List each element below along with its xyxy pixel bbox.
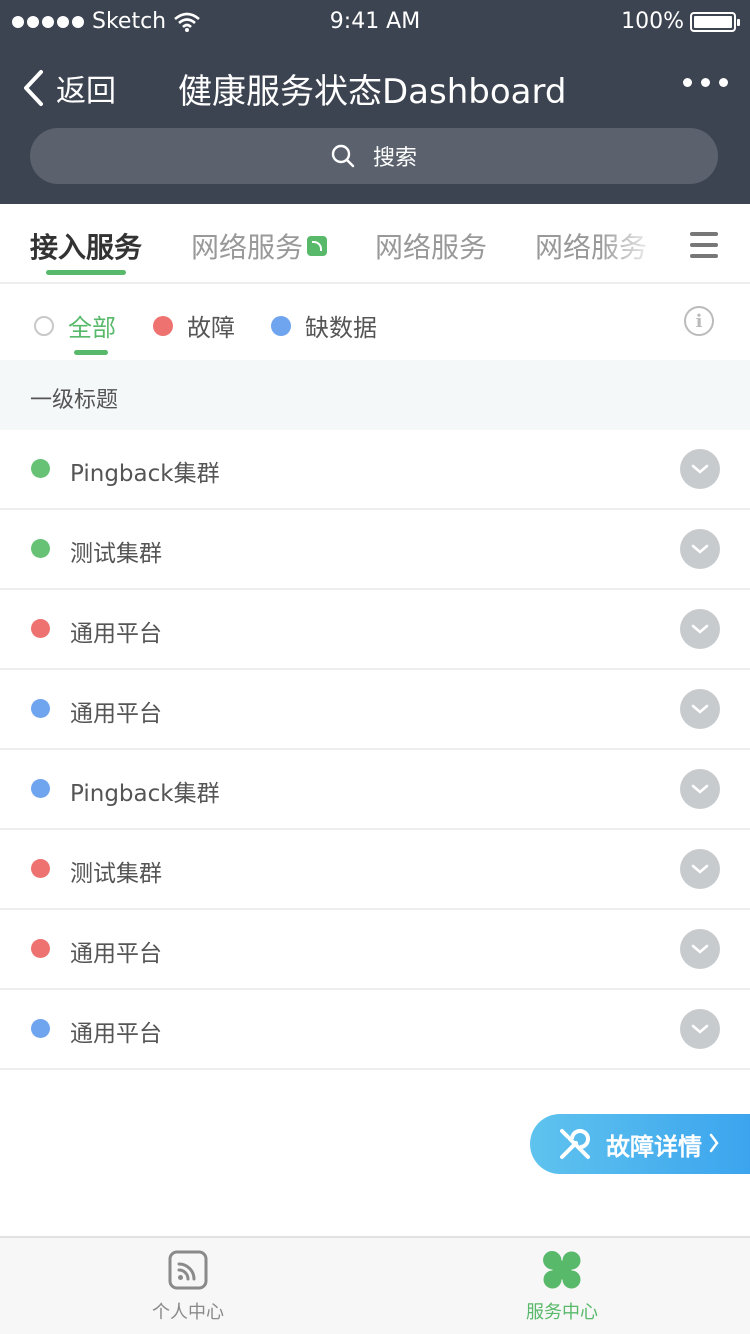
filter-active-indicator — [74, 350, 108, 355]
back-button[interactable]: 返回 — [22, 66, 116, 110]
item-label: Pingback集群 — [70, 781, 220, 807]
list-item[interactable]: 通用平台 — [0, 590, 750, 670]
status-dot — [31, 779, 50, 798]
section-title: 一级标题 — [30, 388, 119, 413]
filter-all[interactable]: 全部 — [34, 308, 116, 343]
filter-missing-data[interactable]: 缺数据 — [271, 308, 377, 343]
fab-label: 故障详情 — [606, 1132, 702, 1161]
item-label: 通用平台 — [70, 701, 162, 727]
list-item[interactable]: 通用平台 — [0, 910, 750, 990]
item-label: Pingback集群 — [70, 461, 220, 487]
status-dot — [31, 859, 50, 878]
category-tabs: 接入服务 网络服务 网络服务 网络服务 — [0, 204, 750, 284]
chevron-down-icon[interactable] — [680, 689, 720, 729]
fault-dot — [153, 315, 173, 336]
tab-network-service-1[interactable]: 网络服务 — [191, 226, 328, 266]
list-item[interactable]: 测试集群 — [0, 830, 750, 910]
chevron-down-icon[interactable] — [680, 529, 720, 569]
battery-icon — [690, 11, 740, 32]
chevron-down-icon[interactable] — [680, 849, 720, 889]
list-item[interactable]: Pingback集群 — [0, 750, 750, 830]
tabbar-personal-center[interactable]: 个人中心 — [108, 1250, 268, 1324]
search-input[interactable]: 搜索 — [30, 128, 718, 184]
tab-active-indicator — [46, 270, 126, 275]
status-dot — [31, 1019, 50, 1038]
info-icon[interactable]: i — [684, 306, 714, 336]
chevron-left-icon — [24, 70, 43, 106]
item-label: 测试集群 — [70, 541, 162, 567]
tabbar-label: 服务中心 — [526, 1302, 598, 1323]
list-item[interactable]: 测试集群 — [0, 510, 750, 590]
clover-icon — [543, 1251, 581, 1289]
status-dot — [31, 619, 50, 638]
battery-group: 100% — [621, 9, 740, 34]
filter-label: 全部 — [68, 314, 116, 342]
filter-fault[interactable]: 故障 — [153, 308, 235, 343]
chevron-down-icon[interactable] — [680, 769, 720, 809]
status-dot — [31, 459, 50, 478]
tabbar-label: 个人中心 — [152, 1302, 224, 1323]
header: Sketch 9:41 AM 100% 返回 健康服务状态Dashboard 搜… — [0, 0, 750, 204]
search-icon — [331, 144, 355, 168]
tab-access-service[interactable]: 接入服务 — [30, 226, 142, 266]
battery-percent: 100% — [621, 9, 684, 34]
tab-network-service-2[interactable]: 网络服务 — [375, 226, 487, 266]
nav-bar: 返回 健康服务状态Dashboard — [0, 56, 750, 116]
tabbar-service-center[interactable]: 服务中心 — [482, 1250, 642, 1324]
item-label: 通用平台 — [70, 941, 162, 967]
status-filter: 全部 故障 缺数据 i — [0, 286, 750, 360]
search-placeholder: 搜索 — [372, 146, 417, 171]
item-label: 通用平台 — [70, 1021, 162, 1047]
radio-icon — [34, 315, 54, 336]
filter-label: 缺数据 — [305, 314, 377, 342]
rss-icon — [168, 1250, 208, 1290]
status-dot — [31, 699, 50, 718]
item-label: 通用平台 — [70, 621, 162, 647]
item-label: 测试集群 — [70, 861, 162, 887]
chevron-right-icon — [709, 1133, 719, 1153]
fault-details-button[interactable]: 故障详情 — [530, 1114, 750, 1174]
back-label: 返回 — [56, 74, 116, 109]
rss-badge-icon — [307, 236, 328, 256]
service-list: Pingback集群 测试集群 通用平台 通用平台 Pingback集群 测试集… — [0, 430, 750, 1070]
more-icon[interactable] — [683, 78, 728, 87]
list-item[interactable]: Pingback集群 — [0, 430, 750, 510]
chevron-down-icon[interactable] — [680, 449, 720, 489]
filter-label: 故障 — [187, 314, 235, 342]
tab-label: 网络服务 — [191, 231, 304, 264]
tools-icon — [560, 1129, 590, 1159]
section-header: 一级标题 — [0, 360, 750, 430]
chevron-down-icon[interactable] — [680, 609, 720, 649]
list-item[interactable]: 通用平台 — [0, 670, 750, 750]
missing-dot — [271, 315, 291, 336]
chevron-down-icon[interactable] — [680, 929, 720, 969]
page-title: 健康服务状态Dashboard — [178, 72, 567, 112]
menu-icon[interactable] — [690, 232, 718, 258]
tab-fade — [600, 204, 660, 282]
status-bar: Sketch 9:41 AM 100% — [0, 0, 750, 44]
bottom-tab-bar: 个人中心 服务中心 — [0, 1236, 750, 1334]
status-dot — [31, 939, 50, 958]
status-dot — [31, 539, 50, 558]
chevron-down-icon[interactable] — [680, 1009, 720, 1049]
list-item[interactable]: 通用平台 — [0, 990, 750, 1070]
